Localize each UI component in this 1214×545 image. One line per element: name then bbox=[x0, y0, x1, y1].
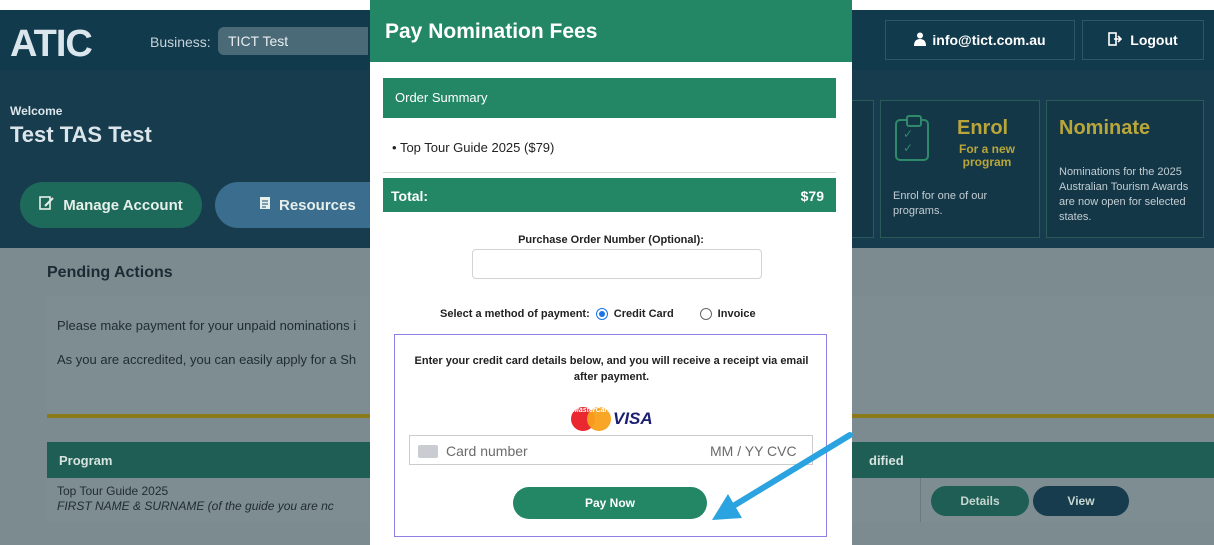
enrol-title: Enrol bbox=[957, 117, 1009, 139]
dashboard-card-partial bbox=[850, 100, 874, 238]
total-label: Total: bbox=[391, 188, 429, 204]
annotation-arrow-icon bbox=[712, 432, 853, 520]
user-name: Test TAS Test bbox=[10, 122, 152, 147]
order-item: • Top Tour Guide 2025 ($79) bbox=[392, 140, 555, 155]
account-email: info@tict.com.au bbox=[932, 32, 1046, 48]
program-cell: Top Tour Guide 2025 FIRST NAME & SURNAME… bbox=[57, 484, 334, 514]
logo: ATIC bbox=[10, 23, 93, 65]
modal-title: Pay Nomination Fees bbox=[385, 20, 598, 43]
modal-header: Pay Nomination Fees bbox=[370, 0, 852, 62]
welcome-label: Welcome bbox=[10, 104, 63, 118]
pending-message-payment: Please make payment for your unpaid nomi… bbox=[57, 318, 357, 333]
manage-account-button[interactable]: Manage Account bbox=[20, 182, 202, 228]
business-label: Business: bbox=[150, 34, 211, 50]
enrol-subtitle: For a new program bbox=[958, 142, 1015, 169]
enrol-card[interactable]: Enrol For a new program Enrol for one of… bbox=[880, 100, 1040, 238]
manage-account-label: Manage Account bbox=[63, 196, 183, 214]
resources-button[interactable]: Resources bbox=[215, 182, 385, 228]
mastercard-logo-text: MasterCard bbox=[573, 407, 612, 414]
pending-actions-title: Pending Actions bbox=[47, 264, 173, 281]
visa-logo: VISA bbox=[613, 409, 653, 428]
logout-button[interactable]: Logout bbox=[1082, 20, 1204, 60]
purchase-order-input[interactable] bbox=[472, 249, 762, 279]
invoice-radio[interactable] bbox=[699, 308, 712, 320]
total-bar: Total: $79 bbox=[383, 178, 836, 212]
column-program: Program bbox=[59, 453, 113, 468]
column-modified: dified bbox=[869, 453, 904, 468]
account-email-button[interactable]: info@tict.com.au bbox=[885, 20, 1075, 60]
business-select[interactable]: TICT Test bbox=[218, 27, 368, 55]
details-button[interactable]: Details bbox=[931, 486, 1029, 516]
total-value: $79 bbox=[800, 188, 824, 204]
program-note: FIRST NAME & SURNAME (of the guide you a… bbox=[57, 499, 334, 513]
order-summary-header: Order Summary bbox=[383, 78, 836, 118]
purchase-order-label: Purchase Order Number (Optional): bbox=[518, 234, 704, 246]
payment-method-row: Select a method of payment: Credit Card … bbox=[440, 308, 840, 320]
nominate-description: Nominations for the 2025 Australian Tour… bbox=[1059, 166, 1189, 223]
resources-label: Resources bbox=[279, 196, 356, 214]
divider bbox=[383, 172, 836, 173]
payment-method-label: Select a method of payment: bbox=[440, 308, 590, 320]
cell-divider bbox=[920, 478, 921, 522]
user-icon bbox=[914, 32, 927, 49]
program-name: Top Tour Guide 2025 bbox=[57, 484, 169, 498]
credit-card-label[interactable]: Credit Card bbox=[614, 308, 674, 320]
nominate-title: Nominate bbox=[1059, 117, 1151, 139]
order-item-label: Top Tour Guide 2025 ($79) bbox=[399, 140, 555, 155]
credit-card-radio[interactable] bbox=[595, 308, 608, 320]
logout-label: Logout bbox=[1130, 32, 1178, 48]
view-button[interactable]: View bbox=[1033, 486, 1129, 516]
credit-card-icon bbox=[418, 445, 438, 458]
page: ATIC Business: TICT Test info@tict.com.a… bbox=[0, 0, 1214, 545]
card-number-placeholder: Card number bbox=[446, 443, 528, 459]
invoice-label[interactable]: Invoice bbox=[718, 308, 756, 320]
credit-card-instructions: Enter your credit card details below, an… bbox=[414, 355, 809, 383]
edit-icon bbox=[39, 196, 55, 214]
pay-now-button[interactable]: Pay Now bbox=[513, 487, 707, 519]
card-logos: MasterCard VISA bbox=[571, 407, 653, 431]
document-icon bbox=[259, 196, 271, 214]
logout-icon bbox=[1108, 31, 1123, 49]
mastercard-logo: MasterCard bbox=[571, 407, 612, 431]
enrol-description: Enrol for one of our programs. bbox=[893, 190, 988, 217]
pending-message-accredited: As you are accredited, you can easily ap… bbox=[57, 352, 357, 367]
nominate-card[interactable]: Nominate Nominations for the 2025 Austra… bbox=[1046, 100, 1204, 238]
clipboard-check-icon bbox=[895, 115, 929, 161]
